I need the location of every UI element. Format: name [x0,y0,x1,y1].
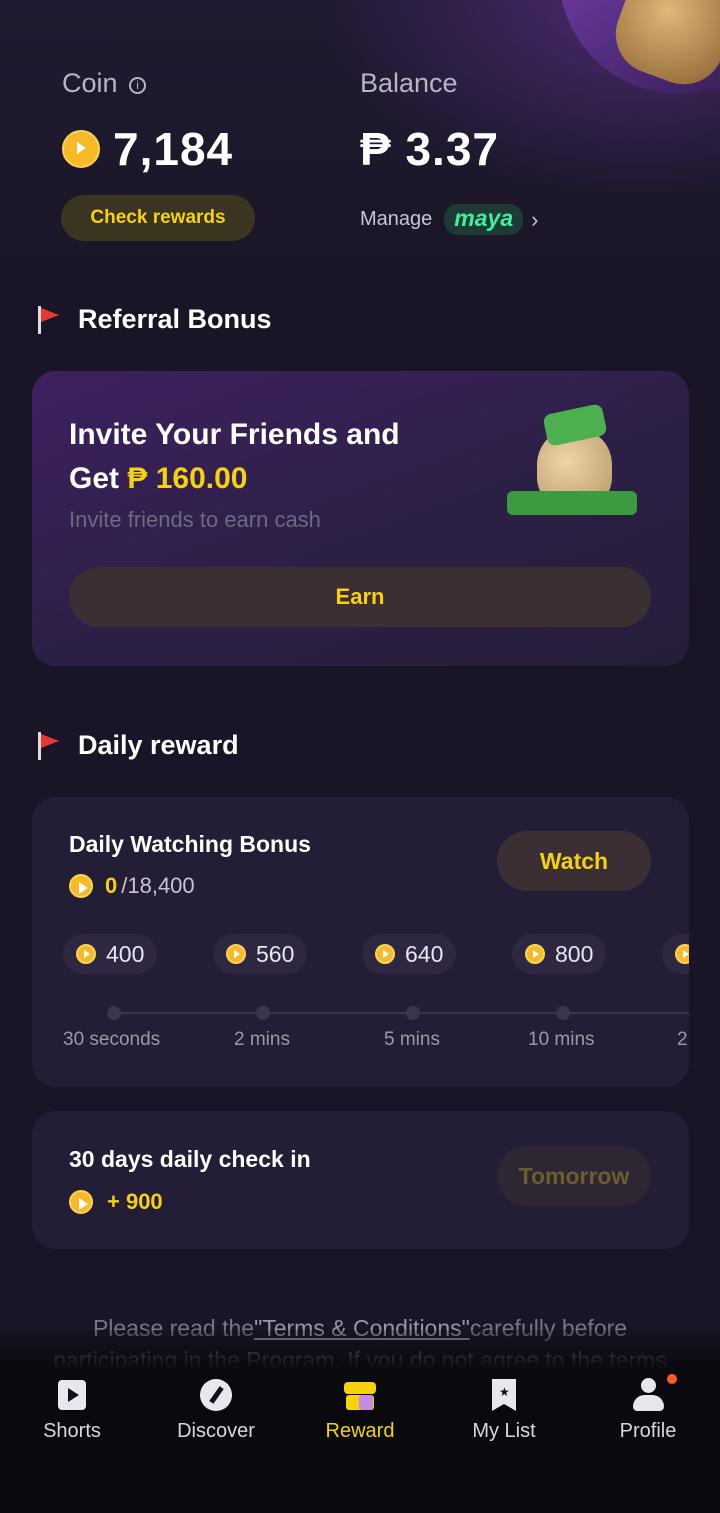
milestone-coins: 560 [256,940,295,967]
bookmark-icon: ★ [487,1378,521,1412]
referral-headline: Invite Your Friends and Get ₱ 160.00 [69,413,400,501]
maya-logo: maya [444,204,524,235]
referral-card: Invite Your Friends and Get ₱ 160.00 Inv… [32,371,689,666]
bottom-nav: Shorts Discover Reward ★ My List Profile [0,1330,720,1513]
referral-headline-line1: Invite Your Friends and [69,418,400,451]
gift-icon [343,1378,377,1412]
coin-value: 7,184 [113,123,234,175]
nav-my-list[interactable]: ★ My List [439,1378,569,1443]
check-rewards-button[interactable]: Check rewards [61,195,255,241]
progress-total: /18,400 [121,873,195,898]
milestone-pill: 560 [213,934,308,974]
notification-dot [667,1374,677,1384]
milestone-coins: 400 [106,940,145,967]
balance-label: Balance [360,68,458,98]
manage-wallet-link[interactable]: Manage maya › [360,204,538,235]
milestone-dot [406,1006,420,1020]
chevron-right-icon: › [531,206,539,232]
info-icon[interactable]: i [129,77,147,94]
watching-progress: 0 /18,400 [69,873,195,899]
milestone-pill: 400 [63,934,158,974]
milestone-dot [256,1006,270,1020]
referral-amount: ₱ 160.00 [127,462,248,495]
coin-icon [675,944,689,964]
nav-label: Profile [619,1420,677,1442]
watching-title: Daily Watching Bonus [69,831,311,857]
coin-icon [69,1190,93,1214]
nav-shorts[interactable]: Shorts [7,1378,137,1443]
referral-headline-prefix: Get [69,462,128,495]
track-line [114,1012,689,1014]
coin-icon [76,944,96,964]
coin-icon [69,874,93,898]
milestone-pill [662,934,689,974]
milestone-coins: 640 [405,940,444,967]
milestone-time: 2 mins [234,1029,290,1050]
person-icon [631,1374,677,1412]
referral-headline-line2: Get ₱ 160.00 [69,457,400,501]
referral-subtitle: Invite friends to earn cash [69,507,321,532]
flag-icon [36,306,59,334]
watch-button[interactable]: Watch [497,831,651,891]
checkin-title: 30 days daily check in [69,1146,311,1172]
play-square-icon [55,1378,89,1412]
compass-icon [199,1378,233,1412]
referral-section-title: Referral Bonus [78,304,272,334]
milestone-time: 30 seconds [63,1029,161,1050]
checkin-reward: + 900 [69,1189,163,1215]
progress-current: 0 [105,873,118,898]
milestone-pill: 640 [362,934,457,974]
earn-button[interactable]: Earn [69,567,651,627]
daily-watching-card: Daily Watching Bonus 0 /18,400 Watch 400… [32,797,689,1087]
milestone-time: 10 mins [528,1029,595,1050]
flag-icon [36,732,59,760]
milestone-coins: 800 [555,940,594,967]
nav-reward[interactable]: Reward [295,1378,425,1443]
balance-value: ₱ 3.37 [360,123,499,175]
daily-checkin-card: 30 days daily check in + 900 Tomorrow [32,1111,689,1249]
nav-profile[interactable]: Profile [583,1374,713,1443]
checkin-reward-value: + 900 [107,1189,163,1214]
coin-icon [525,944,545,964]
milestone-time: 2 [677,1029,688,1050]
milestone-pill: 800 [512,934,607,974]
milestone-dot [556,1006,570,1020]
coin-icon [375,944,395,964]
coin-icon [226,944,246,964]
coin-label: Coin [62,68,118,98]
nav-label: My List [472,1420,536,1442]
milestone-dot [107,1006,121,1020]
tomorrow-button[interactable]: Tomorrow [497,1146,651,1206]
manage-label: Manage [360,208,433,230]
milestone-track: 400 30 seconds 560 2 mins 640 5 mins 800… [32,934,689,1054]
nav-label: Reward [325,1420,395,1442]
milestone-time: 5 mins [384,1029,440,1050]
coin-icon [62,130,100,168]
money-bag-icon [507,403,637,524]
coin-label-row: Coin i [62,68,147,99]
daily-section-title: Daily reward [78,730,239,760]
nav-discover[interactable]: Discover [151,1378,281,1443]
nav-label: Discover [177,1420,255,1442]
nav-label: Shorts [43,1420,101,1442]
